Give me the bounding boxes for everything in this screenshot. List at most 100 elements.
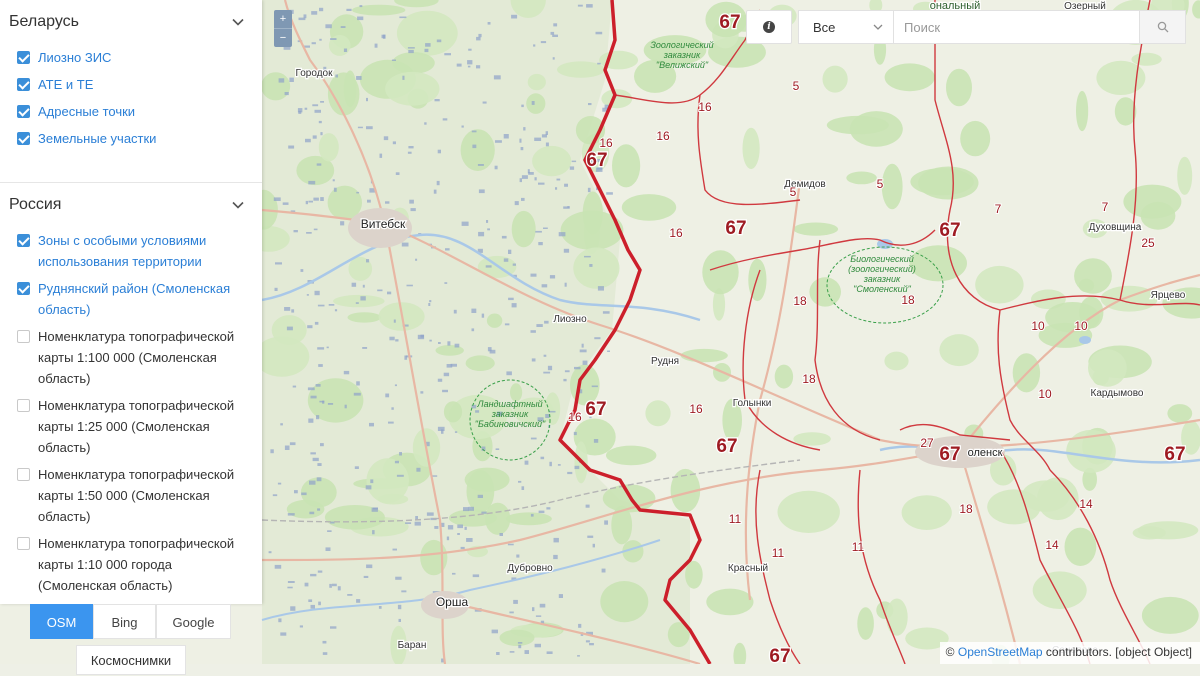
parcel-mark — [501, 235, 507, 239]
parcel-mark — [332, 179, 335, 182]
forest-patch — [443, 401, 463, 423]
parcel-mark — [417, 334, 425, 340]
layer-checkbox[interactable] — [17, 468, 30, 481]
forest-patch — [975, 265, 1024, 304]
parcel-mark — [291, 309, 295, 313]
parcel-mark — [284, 92, 289, 96]
info-icon: i — [763, 21, 775, 33]
basemap-osm-button[interactable]: OSM — [30, 604, 93, 639]
parcel-mark — [278, 618, 282, 623]
parcel-mark — [464, 526, 467, 530]
layer-checkbox[interactable] — [17, 330, 30, 343]
layer-item[interactable]: Номенклатура топографической карты 1:25 … — [0, 392, 262, 461]
parcel-mark — [540, 41, 547, 44]
parcel-mark — [563, 206, 570, 209]
parcel-mark — [553, 537, 559, 543]
basemap-google-button[interactable]: Google — [156, 604, 231, 639]
cadastral-district-label: 16 — [669, 226, 683, 240]
layer-item[interactable]: Руднянский район (Смоленская область) — [0, 275, 262, 323]
town-label: Рудня — [651, 356, 679, 367]
parcel-mark — [306, 232, 312, 234]
parcel-mark — [491, 629, 498, 634]
parcel-mark — [588, 103, 592, 106]
zoom-out-button[interactable]: − — [274, 28, 292, 47]
parcel-mark — [466, 538, 473, 542]
layer-checkbox[interactable] — [17, 234, 30, 247]
parcel-mark — [304, 107, 308, 110]
layer-checkbox[interactable] — [17, 282, 30, 295]
parcel-mark — [363, 575, 369, 578]
parcel-mark — [509, 611, 514, 614]
parcel-mark — [316, 477, 322, 482]
parcel-mark — [541, 134, 547, 138]
parcel-mark — [571, 160, 577, 163]
layer-checkbox[interactable] — [17, 51, 30, 64]
parcel-mark — [359, 5, 363, 8]
attribution-osm-link[interactable]: OpenStreetMap — [958, 645, 1043, 659]
forest-patch — [809, 277, 841, 307]
forest-patch — [343, 70, 357, 108]
info-button[interactable]: i — [746, 10, 792, 44]
parcel-mark — [305, 138, 311, 143]
parcel-mark — [453, 309, 457, 314]
layer-checkbox[interactable] — [17, 78, 30, 91]
parcel-mark — [517, 642, 523, 644]
search-input[interactable] — [894, 10, 1140, 44]
layer-item[interactable]: Номенклатура топографической карты 1:100… — [0, 323, 262, 392]
parcel-mark — [337, 586, 341, 591]
parcel-mark — [553, 23, 558, 27]
parcel-mark — [301, 492, 307, 496]
layer-item[interactable]: Адресные точки — [0, 98, 262, 125]
search-scope-value: Все — [813, 19, 836, 35]
layer-item[interactable]: Земельные участки — [0, 125, 262, 152]
parcel-mark — [415, 258, 418, 261]
layer-checkbox[interactable] — [17, 537, 30, 550]
layer-item[interactable]: Зоны с особыми условиями использования т… — [0, 227, 262, 275]
search-button[interactable] — [1140, 10, 1186, 44]
parcel-mark — [395, 339, 399, 342]
parcel-mark — [606, 192, 613, 195]
chevron-down-icon[interactable] — [232, 16, 244, 28]
parcel-mark — [437, 149, 441, 154]
parcel-mark — [538, 510, 545, 514]
parcel-mark — [297, 108, 303, 113]
parcel-mark — [512, 263, 516, 266]
cadastral-region-label: 67 — [1164, 444, 1185, 465]
parcel-mark — [357, 126, 363, 129]
basemap-bing-button[interactable]: Bing — [93, 604, 156, 639]
layer-checkbox[interactable] — [17, 399, 30, 412]
parcel-mark — [589, 643, 594, 646]
layer-item[interactable]: АТЕ и ТЕ — [0, 71, 262, 98]
section-belarus-header[interactable]: Беларусь — [0, 0, 262, 44]
search-icon — [1157, 21, 1168, 33]
parcel-mark — [472, 574, 480, 578]
parcel-mark — [513, 599, 518, 604]
parcel-mark — [594, 337, 601, 340]
layer-item[interactable]: Номенклатура топографической карты 1:50 … — [0, 461, 262, 530]
parcel-mark — [539, 603, 546, 608]
parcel-mark — [597, 62, 601, 65]
parcel-mark — [320, 101, 324, 103]
parcel-mark — [578, 623, 582, 628]
chevron-down-icon[interactable] — [232, 199, 244, 211]
search-scope-select[interactable]: Все — [798, 10, 894, 44]
layer-checkbox[interactable] — [17, 105, 30, 118]
parcel-mark — [399, 16, 407, 19]
cadastral-region-label: 67 — [769, 646, 790, 664]
section-russia-header[interactable]: Россия — [0, 183, 262, 227]
parcel-mark — [401, 590, 407, 593]
layer-item[interactable]: Лиозно ЗИС — [0, 44, 262, 71]
parcel-mark — [477, 164, 484, 166]
parcel-mark — [518, 644, 522, 649]
parcel-mark — [530, 513, 534, 517]
layer-checkbox[interactable] — [17, 132, 30, 145]
forest-patch — [318, 133, 339, 162]
parcel-mark — [504, 323, 510, 326]
parcel-mark — [316, 163, 322, 166]
layer-item[interactable]: Номенклатура топографической карты 1:10 … — [0, 530, 262, 599]
parcel-mark — [447, 341, 451, 346]
parcel-mark — [340, 26, 346, 28]
basemap-cosmo-button[interactable]: Космоснимки — [76, 645, 186, 675]
forest-patch — [910, 168, 974, 196]
zoom-in-button[interactable]: + — [274, 10, 292, 28]
